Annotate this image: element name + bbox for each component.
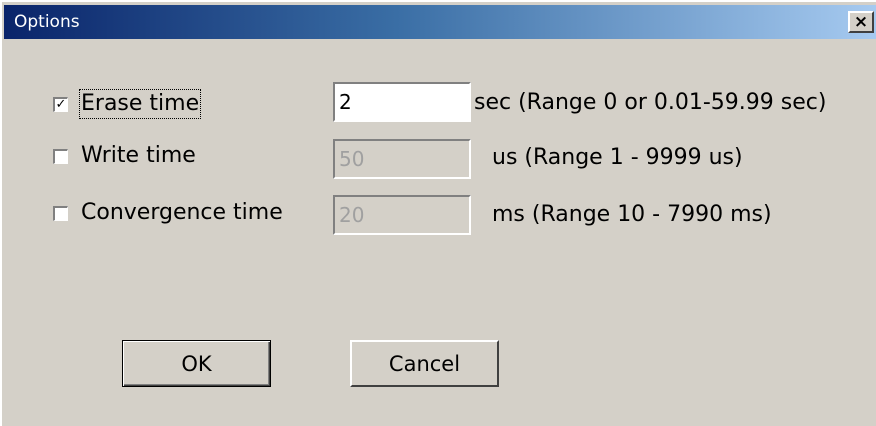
convergence-time-input (333, 195, 471, 235)
erase-time-input[interactable] (333, 82, 471, 122)
close-button[interactable]: × (848, 11, 874, 33)
write-time-input (333, 139, 471, 179)
close-icon: × (853, 11, 869, 32)
window-title: Options (14, 12, 80, 32)
write-time-checkbox[interactable] (53, 149, 68, 164)
cancel-button[interactable]: Cancel (350, 340, 499, 387)
write-time-range: us (Range 1 - 9999 us) (492, 145, 743, 170)
convergence-time-label[interactable]: Convergence time (81, 200, 283, 226)
convergence-time-checkbox[interactable] (53, 206, 68, 221)
erase-time-label[interactable]: Erase time (78, 89, 202, 119)
options-dialog: Options × ✓ Erase time sec (Range 0 or 0… (0, 0, 876, 426)
title-bar[interactable]: Options × (4, 5, 876, 39)
erase-time-range: sec (Range 0 or 0.01-59.99 sec) (474, 90, 827, 115)
convergence-time-range: ms (Range 10 - 7990 ms) (492, 202, 772, 227)
erase-time-checkbox[interactable]: ✓ (53, 97, 68, 112)
ok-button[interactable]: OK (122, 340, 271, 387)
write-time-label[interactable]: Write time (81, 143, 196, 169)
